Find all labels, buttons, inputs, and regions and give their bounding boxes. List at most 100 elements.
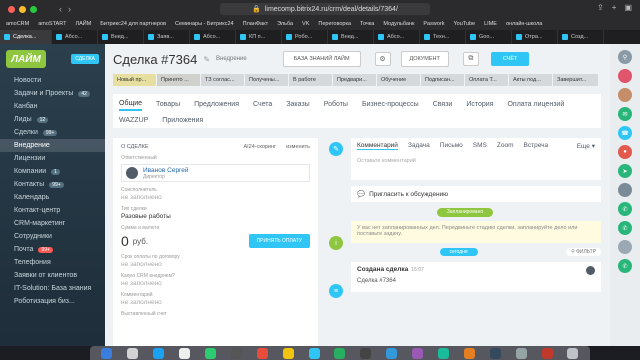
stage-step[interactable]: В работе	[289, 74, 332, 86]
pencil-icon[interactable]: ✎	[203, 55, 210, 64]
notifications-icon[interactable]: ●	[618, 145, 632, 159]
app-icon[interactable]	[360, 347, 372, 359]
menu-item-employees[interactable]: Сотрудники	[0, 230, 105, 243]
stage-step[interactable]: Подписан...	[421, 74, 464, 86]
telegram-icon[interactable]	[308, 347, 320, 359]
app-icon[interactable]	[230, 347, 242, 359]
app-icon[interactable]	[282, 347, 294, 359]
browser-tab[interactable]: Абсо...	[190, 30, 236, 44]
tab-robots[interactable]: Роботы	[324, 97, 348, 111]
tab-products[interactable]: Товары	[156, 97, 180, 111]
field-value[interactable]: не заполнено	[121, 194, 310, 201]
stage-step[interactable]: Предвари...	[333, 74, 376, 86]
edit-link[interactable]: изменить	[286, 144, 310, 150]
stage-step[interactable]: Получены...	[245, 74, 288, 86]
menu-item-robotization[interactable]: Роботизация биз...	[0, 295, 105, 308]
app-icon[interactable]	[386, 347, 398, 359]
responsible-user[interactable]: Иванов Сергей Директор	[121, 164, 310, 182]
tab-license-payment[interactable]: Оплата лицензий	[507, 97, 564, 111]
bookmark[interactable]: VK	[302, 21, 309, 27]
bookmark[interactable]: LIME	[484, 21, 497, 27]
field-value[interactable]: не заполнено	[121, 261, 310, 268]
tab-business-processes[interactable]: Бизнес-процессы	[362, 97, 419, 111]
stage-step[interactable]: Завершит...	[553, 74, 598, 86]
stage-step[interactable]: Принято ...	[157, 74, 200, 86]
menu-item-kanban[interactable]: Канбан	[0, 100, 105, 113]
invite-discussion-button[interactable]: 💬 Пригласить к обсуждению	[351, 186, 601, 202]
menu-item-news[interactable]: Новости	[0, 74, 105, 87]
browser-tab[interactable]: Внед...	[328, 30, 374, 44]
tab-sms[interactable]: SMS	[473, 142, 487, 150]
menu-item-calendar[interactable]: Календарь	[0, 191, 105, 204]
app-icon[interactable]	[438, 347, 450, 359]
share-icon[interactable]: ⇪	[597, 3, 604, 12]
messages-icon[interactable]	[205, 347, 216, 359]
field-value[interactable]: не заполнено	[121, 280, 310, 287]
tab-general[interactable]: Общие	[119, 97, 143, 111]
browser-tab[interactable]: Goo...	[466, 30, 512, 44]
bookmark[interactable]: онлайн-школа	[506, 21, 542, 27]
back-icon[interactable]: ‹	[59, 4, 62, 14]
tab-zoom[interactable]: Zoom	[497, 142, 514, 150]
deal-category[interactable]: Внедрение	[216, 56, 247, 62]
gear-icon[interactable]: ⚙	[374, 52, 391, 66]
close-window-button[interactable]	[8, 5, 15, 13]
field-value[interactable]: не заполнено	[121, 299, 310, 306]
tab-quotes[interactable]: Предложения	[194, 97, 239, 111]
tabs-overview-icon[interactable]: ▣	[624, 3, 632, 12]
minimize-window-button[interactable]	[19, 5, 26, 13]
field-value[interactable]: Разовые работы	[121, 213, 310, 220]
event-body[interactable]: Сделка #7364	[357, 278, 595, 284]
bookmark[interactable]: ЛАЙМ	[75, 21, 91, 27]
ai-scoring-link[interactable]: AI24-скоринг	[243, 144, 276, 150]
avatar[interactable]	[618, 183, 632, 197]
menu-item-tasks[interactable]: Задачи и Проекты 42	[0, 87, 105, 100]
accept-payment-button[interactable]: ПРИНЯТЬ ОПЛАТУ	[248, 234, 310, 248]
phone-icon[interactable]: ☎	[618, 126, 632, 140]
browser-tab[interactable]: Созд...	[558, 30, 604, 44]
bookmark[interactable]: YouTube	[453, 21, 475, 27]
new-tab-icon[interactable]: +	[612, 3, 617, 12]
deal-amount[interactable]: 0	[121, 233, 129, 249]
tab-task[interactable]: Задача	[408, 142, 430, 150]
stage-step[interactable]: ТЗ соглас...	[201, 74, 244, 86]
browser-tab[interactable]: Робо...	[282, 30, 328, 44]
browser-tab[interactable]: Заяв...	[144, 30, 190, 44]
whatsapp-icon[interactable]: ✆	[618, 259, 632, 273]
menu-item-mail[interactable]: Почта 99+	[0, 243, 105, 256]
whatsapp-icon[interactable]: ✆	[618, 202, 632, 216]
tab-history[interactable]: История	[466, 97, 493, 111]
stage-step[interactable]: Новый пр...	[113, 74, 156, 86]
menu-item-deals[interactable]: Сделки 99+	[0, 126, 105, 139]
browser-tab[interactable]: Сделка...	[0, 30, 52, 44]
chat-icon[interactable]: ✉	[618, 107, 632, 121]
menu-item-companies[interactable]: Компании 1	[0, 165, 105, 178]
bookmark[interactable]: Семинары - Битрикс24	[175, 21, 234, 27]
tab-links[interactable]: Связи	[433, 97, 453, 111]
app-icon[interactable]	[256, 347, 268, 359]
bookmark[interactable]: ПланФакт	[243, 21, 269, 27]
menu-item-client-requests[interactable]: Заявки от клиентов	[0, 269, 105, 282]
more-tabs-button[interactable]: Еще ▾	[577, 142, 595, 150]
menu-item-knowledge-base[interactable]: IT-Solution: База знания	[0, 282, 105, 295]
safari-icon[interactable]	[153, 347, 165, 359]
bookmark[interactable]: Переговорка	[318, 21, 351, 27]
telegram-icon[interactable]: ➤	[618, 164, 632, 178]
stage-step[interactable]: Акты под...	[509, 74, 552, 86]
search-icon[interactable]: ⚲	[618, 50, 632, 64]
timeline-filter-button[interactable]: ⚲ ФИЛЬТР	[566, 248, 601, 256]
tab-meeting[interactable]: Встреча	[524, 142, 549, 150]
app-icon[interactable]	[412, 347, 424, 359]
finder-icon[interactable]	[101, 347, 113, 359]
tab-orders[interactable]: Заказы	[286, 97, 309, 111]
address-bar[interactable]: 🔒 limecomp.bitrix24.ru/crm/deal/details/…	[220, 3, 430, 15]
app-icon[interactable]	[489, 347, 501, 359]
bookmark[interactable]: Эльба	[277, 21, 293, 27]
bookmark[interactable]: Точка	[360, 21, 374, 27]
bookmark[interactable]: amoSTART	[38, 21, 66, 27]
stage-step[interactable]: Оплата Т...	[465, 74, 508, 86]
menu-item-leads[interactable]: Лиды 12	[0, 113, 105, 126]
menu-item-contact-center[interactable]: Контакт-центр	[0, 204, 105, 217]
phone-icon[interactable]: ✆	[618, 221, 632, 235]
app-icon[interactable]	[541, 347, 553, 359]
